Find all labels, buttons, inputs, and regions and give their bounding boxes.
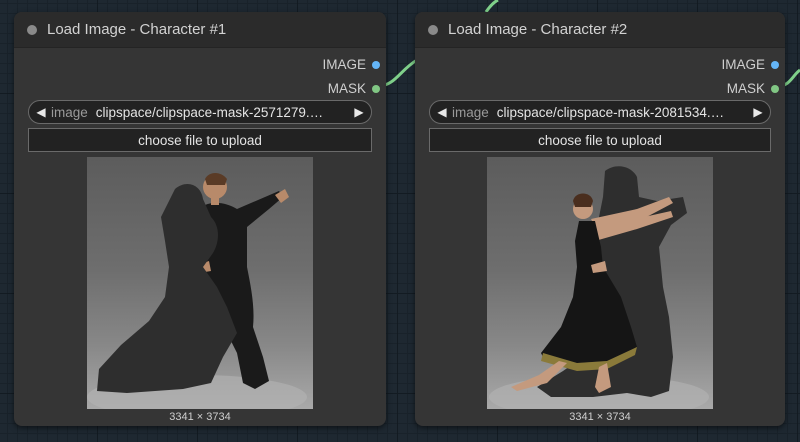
output-mask-label: MASK	[726, 81, 765, 96]
combo-prev-arrow-icon[interactable]: ◀	[434, 105, 450, 119]
output-image[interactable]: IMAGE	[322, 57, 380, 72]
output-image-slot[interactable]	[771, 60, 779, 69]
link-top[interactable]	[484, 0, 499, 13]
output-mask[interactable]: MASK	[328, 81, 380, 96]
node-outputs: IMAGE MASK	[415, 48, 785, 96]
choose-file-button[interactable]: choose file to upload	[28, 128, 372, 152]
image-combo-widget[interactable]: ◀ image clipspace/clipspace-mask-2081534…	[429, 100, 771, 124]
output-image[interactable]: IMAGE	[721, 57, 779, 72]
combo-label: image	[452, 104, 489, 120]
output-image-slot[interactable]	[372, 60, 380, 69]
image-size-label: 3341 × 3734	[569, 411, 631, 423]
image-preview	[487, 157, 713, 409]
output-mask-label: MASK	[327, 81, 366, 96]
choose-file-button[interactable]: choose file to upload	[429, 128, 771, 152]
combo-value[interactable]: clipspace/clipspace-mask-2571279.png [in…	[96, 105, 328, 120]
output-mask-slot[interactable]	[372, 84, 380, 93]
combo-label: image	[51, 104, 88, 120]
output-mask-slot[interactable]	[771, 84, 779, 93]
combo-value[interactable]: clipspace/clipspace-mask-2081534.png [in…	[497, 105, 729, 120]
load-image-node-2[interactable]: Load Image - Character #2 IMAGE MASK ◀ i…	[415, 12, 785, 426]
node-collapse-dot[interactable]	[428, 24, 438, 35]
image-preview	[87, 157, 313, 409]
output-image-label: IMAGE	[721, 57, 765, 72]
combo-next-arrow-icon[interactable]: ▶	[351, 105, 367, 119]
node-header[interactable]: Load Image - Character #1	[14, 12, 386, 48]
image-size-label: 3341 × 3734	[169, 411, 231, 423]
output-mask[interactable]: MASK	[727, 81, 779, 96]
node-title: Load Image - Character #1	[47, 21, 227, 38]
node-graph-canvas[interactable]: Load Image - Character #1 IMAGE MASK ◀ i…	[0, 0, 800, 442]
combo-next-arrow-icon[interactable]: ▶	[750, 105, 766, 119]
node-collapse-dot[interactable]	[27, 24, 37, 35]
preview-photo-female-dancer	[489, 166, 709, 409]
node-title: Load Image - Character #2	[448, 21, 628, 38]
node-header[interactable]: Load Image - Character #2	[415, 12, 785, 48]
output-image-label: IMAGE	[322, 57, 366, 72]
image-combo-widget[interactable]: ◀ image clipspace/clipspace-mask-2571279…	[28, 100, 372, 124]
node-outputs: IMAGE MASK	[14, 48, 386, 96]
preview-photo-male-dancer	[87, 173, 307, 409]
combo-prev-arrow-icon[interactable]: ◀	[33, 105, 49, 119]
load-image-node-1[interactable]: Load Image - Character #1 IMAGE MASK ◀ i…	[14, 12, 386, 426]
